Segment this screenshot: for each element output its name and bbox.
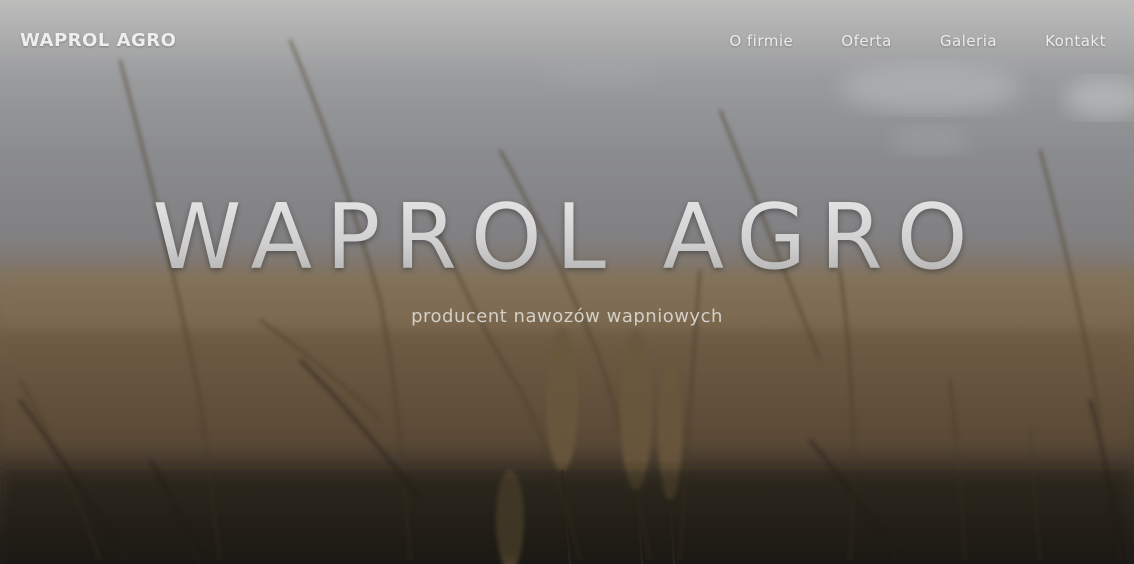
top-navigation-bar: WAPROL AGRO O firmie Oferta Galeria Kont…	[0, 0, 1134, 84]
hero-section: WAPROL AGRO O firmie Oferta Galeria Kont…	[0, 0, 1134, 564]
hero-title: WAPROL AGRO	[0, 188, 1134, 288]
nav-item-o-firmie[interactable]: O firmie	[729, 32, 793, 50]
nav-item-kontakt[interactable]: Kontakt	[1045, 32, 1106, 50]
nav-item-oferta[interactable]: Oferta	[841, 32, 892, 50]
main-nav: O firmie Oferta Galeria Kontakt	[729, 32, 1106, 50]
nav-item-galeria[interactable]: Galeria	[940, 32, 997, 50]
hero-subtitle: producent nawozów wapniowych	[411, 306, 723, 327]
site-logo[interactable]: WAPROL AGRO	[20, 30, 176, 51]
